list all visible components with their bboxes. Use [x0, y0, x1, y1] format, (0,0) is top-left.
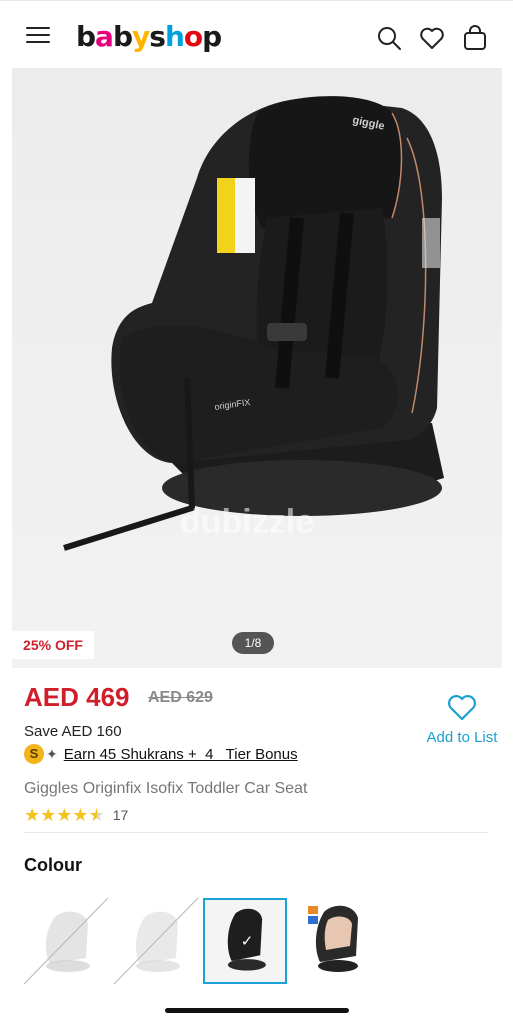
- grey-seat-thumbnail: [24, 898, 108, 984]
- discount-badge: 25% OFF: [12, 631, 94, 659]
- add-to-list-label: Add to List: [426, 729, 498, 746]
- star-icon: ★: [40, 805, 57, 825]
- shopping-bag-icon[interactable]: [462, 25, 488, 51]
- rating-stars[interactable]: ★ ★ ★ ★ ★ 17: [24, 806, 128, 824]
- heart-outline-icon: [448, 695, 476, 721]
- star-icon: ★: [72, 805, 89, 825]
- colour-swatch-beige[interactable]: [294, 898, 378, 984]
- babyshop-logo[interactable]: babyshop: [76, 19, 222, 55]
- shukran-text[interactable]: Earn 45 Shukrans + 4 Tier Bonus: [64, 746, 298, 763]
- logo-letter: b: [76, 20, 96, 53]
- current-price: AED 469: [24, 682, 130, 712]
- product-title: Giggles Originfix Isofix Toddler Car Sea…: [24, 780, 308, 797]
- colour-swatch-white[interactable]: [114, 898, 198, 984]
- site-header: babyshop: [0, 0, 513, 66]
- logo-letter: p: [202, 20, 222, 53]
- colour-swatch-grey[interactable]: [24, 898, 108, 984]
- half-star-icon: ★: [88, 805, 105, 825]
- sparkle-icon: ✦: [46, 745, 58, 762]
- section-divider: [24, 832, 488, 833]
- product-image-gallery[interactable]: dubizzle giggle originFIX: [12, 68, 502, 668]
- watermark-text: dubizzle: [180, 503, 314, 541]
- add-to-list-button[interactable]: Add to List: [420, 692, 504, 746]
- logo-letter: o: [183, 20, 203, 53]
- logo-letter: h: [164, 20, 185, 53]
- star-icon: ★: [56, 805, 73, 825]
- original-price: AED 629: [148, 689, 213, 706]
- star-icon: ★: [24, 805, 41, 825]
- car-seat-image: dubizzle giggle originFIX: [12, 68, 502, 668]
- logo-letter: y: [132, 20, 150, 53]
- shukran-rewards[interactable]: S ✦ Earn 45 Shukrans + 4 Tier Bonus: [24, 743, 298, 765]
- logo-letter: a: [95, 20, 114, 53]
- home-indicator[interactable]: [165, 1008, 349, 1013]
- check-icon: ✓: [240, 933, 254, 950]
- rating-count: 17: [112, 807, 129, 823]
- savings-text: Save AED 160: [24, 723, 122, 740]
- white-seat-thumbnail: [114, 898, 198, 984]
- colour-swatch-black[interactable]: ✓: [203, 898, 287, 984]
- logo-letter: s: [149, 20, 166, 53]
- shukran-coin-icon: S: [24, 744, 44, 764]
- logo-letter: b: [112, 20, 133, 53]
- beige-seat-thumbnail: [308, 905, 358, 972]
- colour-heading: Colour: [24, 855, 82, 875]
- image-pager: 1/8: [232, 632, 274, 654]
- heart-icon[interactable]: [419, 25, 445, 51]
- search-icon[interactable]: [376, 25, 402, 51]
- hamburger-icon[interactable]: [26, 27, 50, 47]
